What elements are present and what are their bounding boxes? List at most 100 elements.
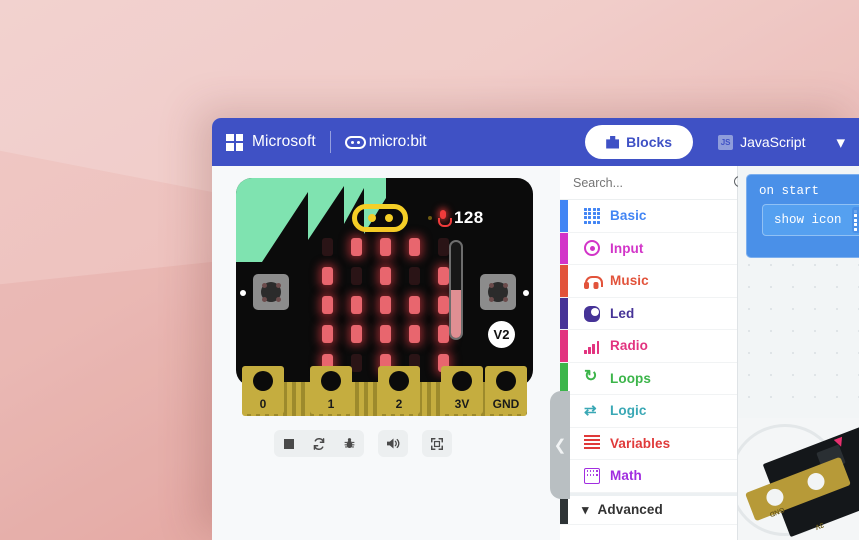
led-cell[interactable]	[322, 267, 333, 285]
led-cell[interactable]	[409, 325, 420, 343]
pin-1[interactable]: 1	[310, 366, 352, 414]
led-cell[interactable]	[380, 238, 391, 256]
toolbox-category-advanced[interactable]: ▾ Advanced	[560, 492, 737, 525]
toolbox-category-radio[interactable]: Radio	[560, 330, 737, 363]
simulator-pane: 128 V2 0 1 2 3V GND	[212, 166, 560, 540]
button-a[interactable]	[253, 274, 289, 310]
category-label: Advanced	[597, 502, 663, 518]
refresh-icon[interactable]	[304, 430, 334, 457]
pin-gnd[interactable]: GND	[485, 366, 527, 414]
blocks-puzzle-icon	[606, 135, 620, 149]
toolbox-category-basic[interactable]: Basic	[560, 200, 737, 233]
led-icon-picker[interactable]	[851, 207, 859, 233]
led-cell[interactable]	[409, 296, 420, 314]
category-color-stripe	[560, 362, 568, 394]
toolbox-category-input[interactable]: Input	[560, 232, 737, 265]
category-color-stripe	[560, 495, 568, 524]
pin-2[interactable]: 2	[378, 366, 420, 414]
chevron-down-icon: ▾	[582, 501, 589, 517]
on-start-block-label: on start	[759, 184, 820, 198]
led-cell[interactable]	[409, 238, 420, 256]
pin-3v[interactable]: 3V	[441, 366, 483, 414]
microbit-photo: GND 3V	[738, 418, 859, 540]
show-icon-block[interactable]: show icon	[762, 204, 859, 236]
edge-connector: 0 1 2 3V GND	[236, 366, 533, 416]
tab-javascript[interactable]: JS JavaScript	[697, 125, 826, 159]
led-cell[interactable]	[351, 238, 362, 256]
sound-level-slider-fill	[451, 290, 461, 338]
edge-pin-left	[240, 290, 246, 296]
led-cell[interactable]	[380, 267, 391, 285]
editor-body: 128 V2 0 1 2 3V GND Search... Basic Inpu…	[212, 166, 859, 540]
chevron-left-icon: ❮	[553, 437, 567, 454]
category-label: Logic	[610, 403, 647, 419]
simulator-control-group-left	[274, 430, 364, 457]
led-matrix[interactable]	[320, 238, 451, 374]
toolbox-category-variables[interactable]: Variables	[560, 427, 737, 460]
category-label: Variables	[610, 435, 671, 451]
led-cell[interactable]	[380, 296, 391, 314]
shuffle-arrows-icon: ⇄	[584, 401, 597, 419]
mic-led-icon	[428, 216, 432, 220]
sound-level-slider[interactable]	[449, 240, 463, 340]
loop-arrow-icon: ↻	[584, 368, 598, 386]
version-badge: V2	[488, 321, 515, 348]
led-cell[interactable]	[351, 267, 362, 285]
toolbox-search-row[interactable]	[560, 166, 745, 200]
microbit-brand-label: micro:bit	[368, 133, 427, 150]
toolbox-category-logic[interactable]: ⇄ Logic	[560, 395, 737, 428]
expand-icon[interactable]	[422, 430, 452, 457]
blockly-workspace[interactable]: on start show icon GND 3V	[738, 166, 859, 540]
js-badge-icon: JS	[718, 134, 734, 150]
calculator-icon	[584, 467, 600, 484]
category-label: Input	[610, 240, 644, 256]
led-cell[interactable]	[351, 325, 362, 343]
led-cell[interactable]	[438, 296, 449, 314]
category-label: Music	[610, 273, 649, 289]
microbit-simulator[interactable]: 128 V2 0 1 2 3V GND	[236, 178, 533, 416]
tab-blocks[interactable]: Blocks	[585, 125, 694, 159]
microbit-logo-touch-icon[interactable]	[352, 204, 408, 232]
category-label: Loops	[610, 370, 651, 386]
tab-blocks-label: Blocks	[626, 134, 673, 150]
toolbox-category-led[interactable]: Led	[560, 297, 737, 330]
category-color-stripe	[560, 297, 568, 329]
bug-icon[interactable]	[334, 430, 364, 457]
signal-bars-icon	[584, 338, 600, 354]
editor-tabs: Blocks JS JavaScript ▾	[585, 118, 859, 166]
category-label: Radio	[610, 338, 649, 354]
toolbox-category-math[interactable]: Math	[560, 460, 737, 493]
toolbox-category-loops[interactable]: ↻ Loops	[560, 362, 737, 395]
simulator-control-group-expand	[422, 430, 452, 457]
headphones-icon	[584, 273, 603, 289]
on-start-block[interactable]: on start show icon	[746, 174, 859, 258]
microbit-brand[interactable]: micro:bit	[344, 133, 427, 151]
toolbox-category-music[interactable]: Music	[560, 265, 737, 298]
button-b[interactable]	[480, 274, 516, 310]
screen: Microsoft micro:bit Blocks JS JavaScript…	[0, 0, 859, 540]
category-color-stripe	[560, 200, 568, 232]
led-cell[interactable]	[380, 325, 391, 343]
led-cell[interactable]	[409, 267, 420, 285]
sound-level-readout: 128	[428, 208, 484, 228]
stacked-lines-icon	[584, 435, 600, 451]
microsoft-brand-label: Microsoft	[252, 133, 316, 150]
stop-square-icon[interactable]	[274, 430, 304, 457]
speaker-icon[interactable]	[378, 430, 408, 457]
led-cell[interactable]	[438, 325, 449, 343]
led-cell[interactable]	[322, 296, 333, 314]
microbit-board: 128 V2	[236, 178, 533, 386]
led-cell[interactable]	[438, 267, 449, 285]
led-cell[interactable]	[322, 238, 333, 256]
led-cell[interactable]	[322, 325, 333, 343]
toolbox-collapse-handle[interactable]: ❮	[550, 391, 570, 499]
chevron-down-icon[interactable]: ▾	[826, 134, 859, 151]
sound-level-value: 128	[454, 208, 484, 227]
category-label: Basic	[610, 208, 647, 224]
led-cell[interactable]	[438, 238, 449, 256]
search-input[interactable]	[573, 175, 734, 190]
header-divider	[329, 131, 331, 153]
pin-0[interactable]: 0	[242, 366, 284, 414]
simulator-controls	[274, 430, 452, 457]
led-cell[interactable]	[351, 296, 362, 314]
